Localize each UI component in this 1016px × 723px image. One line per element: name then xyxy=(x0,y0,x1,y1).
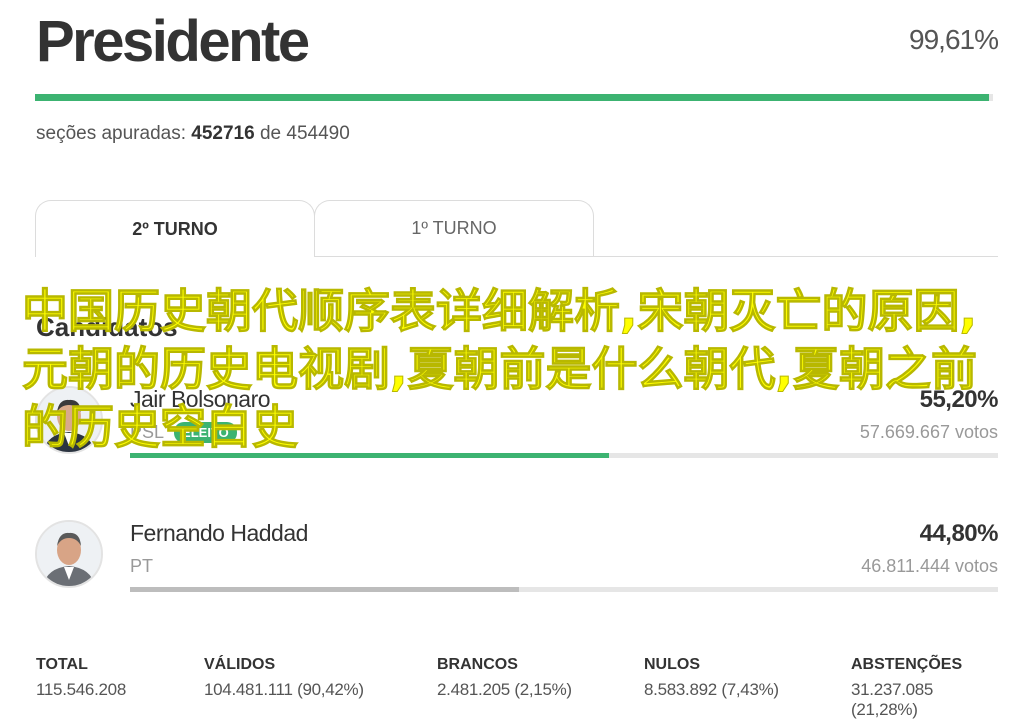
stat-label: TOTAL xyxy=(36,656,88,673)
secoes-count: 452716 xyxy=(191,123,255,144)
candidate-percent: 44,80% xyxy=(919,520,999,547)
candidate-row[interactable]: Fernando Haddad PT 44,80% 46.811.444 vot… xyxy=(35,520,999,620)
stat-validos: VÁLIDOS 104.481.111 (90,42%) xyxy=(204,656,364,700)
candidate-party: PSL ELEITO xyxy=(130,422,237,443)
stat-value: 31.237.085 (21,28%) xyxy=(851,680,934,719)
candidate-vote-bar-fill xyxy=(130,453,610,458)
stat-value: 115.546.208 xyxy=(36,680,126,699)
candidates-heading: Candidatos xyxy=(36,312,178,342)
candidate-percent: 55,20% xyxy=(919,386,999,413)
stat-value: 2.481.205 (2,15%) xyxy=(437,680,572,699)
secoes-label: seções apuradas: xyxy=(36,123,186,144)
candidate-vote-bar xyxy=(130,587,998,592)
percent-counted: 99,61% xyxy=(909,24,999,55)
stat-abstencoes: ABSTENÇÕES 31.237.085 (21,28%) xyxy=(851,656,998,720)
stat-brancos: BRANCOS 2.481.205 (2,15%) xyxy=(437,656,572,700)
counting-progress-bar xyxy=(35,94,993,101)
candidate-name: Fernando Haddad xyxy=(130,520,308,546)
secoes-of: de xyxy=(259,123,282,144)
stat-label: VÁLIDOS xyxy=(204,656,276,673)
stat-label: NULOS xyxy=(644,656,700,673)
stat-nulos: NULOS 8.583.892 (7,43%) xyxy=(644,656,779,700)
avatar xyxy=(35,520,103,588)
tab-2-turno[interactable]: 2º TURNO xyxy=(35,200,315,257)
avatar xyxy=(35,386,103,454)
candidate-row[interactable]: Jair Bolsonaro PSL ELEITO 55,20% 57.669.… xyxy=(35,386,999,486)
candidate-votes: 57.669.667 votos xyxy=(859,422,998,442)
stat-label: BRANCOS xyxy=(437,656,518,673)
page-title: Presidente xyxy=(36,9,310,74)
stat-value: 8.583.892 (7,43%) xyxy=(644,680,779,699)
secoes-total: 454490 xyxy=(286,123,350,144)
candidate-vote-bar xyxy=(130,453,998,458)
candidate-vote-bar-fill xyxy=(130,587,519,592)
elected-badge: ELEITO xyxy=(174,422,237,443)
stat-total: TOTAL 115.546.208 xyxy=(36,656,126,700)
candidate-party: PT xyxy=(130,556,153,577)
stat-value: 104.481.111 (90,42%) xyxy=(204,680,364,699)
party-label: PSL xyxy=(130,422,165,442)
candidate-name: Jair Bolsonaro xyxy=(130,386,271,412)
secoes-apuradas: seções apuradas: 452716 de 454490 xyxy=(36,123,350,145)
candidate-votes: 46.811.444 votos xyxy=(861,556,998,576)
party-label: PT xyxy=(130,556,154,576)
vote-summary: TOTAL 115.546.208 VÁLIDOS 104.481.111 (9… xyxy=(36,656,998,719)
tab-1-turno[interactable]: 1º TURNO xyxy=(314,200,594,256)
counting-progress-fill xyxy=(35,94,990,101)
stat-label: ABSTENÇÕES xyxy=(851,656,963,673)
